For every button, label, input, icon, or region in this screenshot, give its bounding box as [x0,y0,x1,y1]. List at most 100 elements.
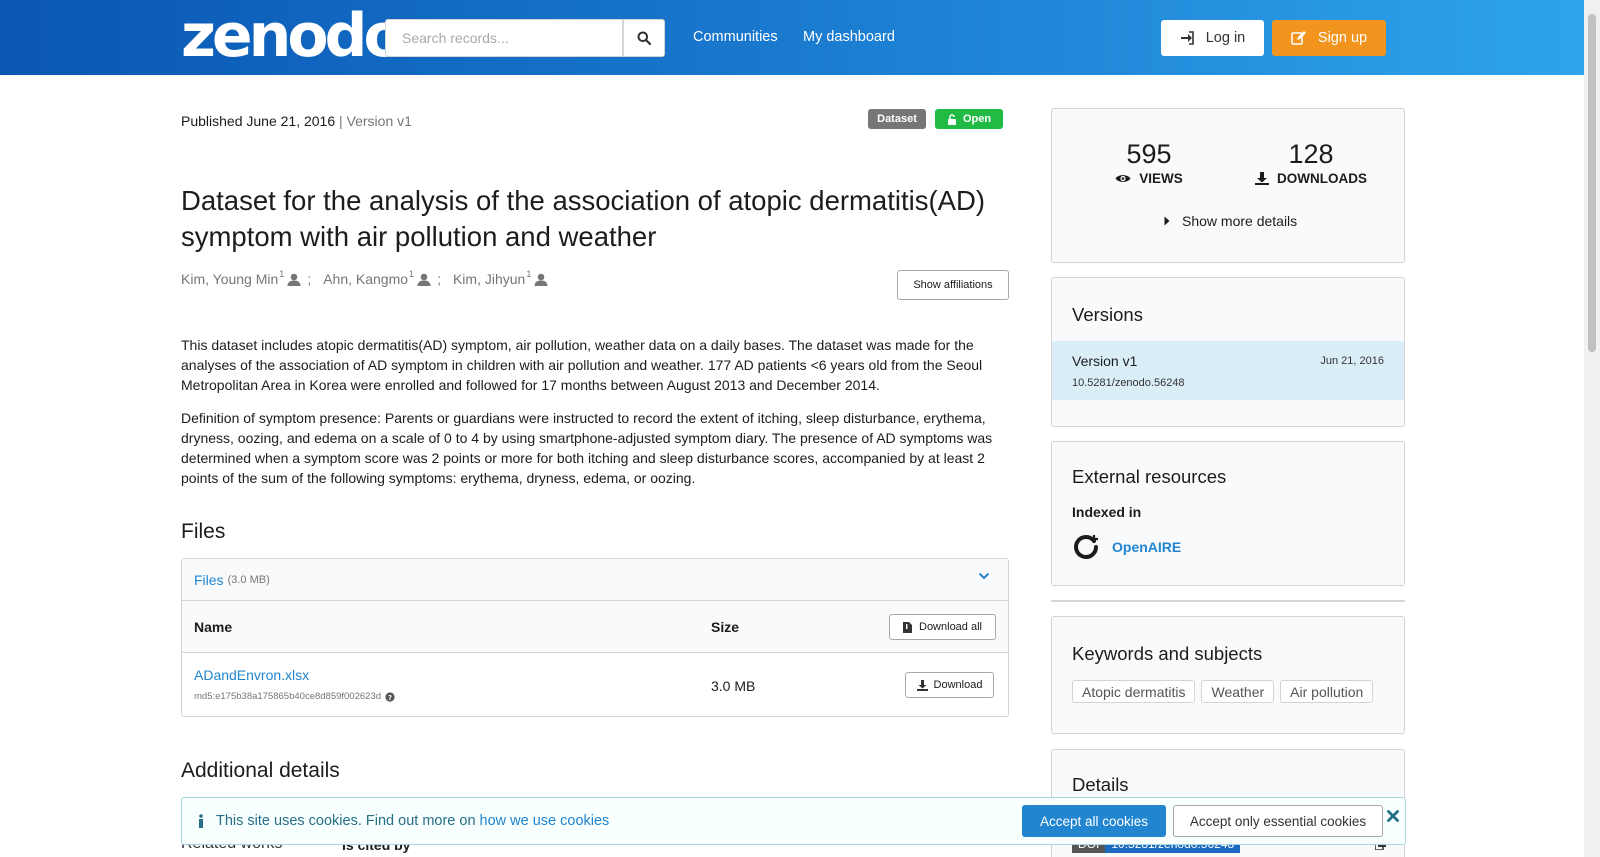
creator[interactable]: Ahn, Kangmo 1 [323,269,431,287]
column-name: Name [194,619,233,635]
login-label: Log in [1205,30,1246,46]
affiliation-number: 1 [526,269,532,279]
accept-all-cookies-button[interactable]: Accept all cookies [1022,805,1166,837]
external-resources-card: External resources Indexed in OpenAIRE [1051,441,1405,586]
svg-text:?: ? [388,693,392,701]
version-doi: 10.5281/zenodo.56248 [1072,377,1185,389]
published-label: Published June 21, 2016 [181,113,336,129]
keyword-tag[interactable]: Weather [1201,680,1275,703]
sidebar-divider [1051,600,1405,602]
creator-separator: ; [437,271,441,287]
additional-details-heading: Additional details [181,759,340,782]
external-resources-title: External resources [1072,466,1227,487]
search-icon [637,31,651,45]
search-bar [385,19,665,57]
signup-button[interactable]: Sign up [1272,20,1386,56]
files-heading: Files [181,520,226,543]
version-date: Jun 21, 2016 [1320,355,1384,367]
archive-icon [903,621,912,633]
files-accordion-header[interactable]: Files (3.0 MB) [182,559,1008,601]
versions-card: Versions Version v1 Jun 21, 2016 10.5281… [1051,277,1405,427]
access-badge: Open [935,109,1003,129]
downloads-count: 128 [1288,139,1334,169]
file-checksum: md5:e175b38a175865b40ce8d859f002623d ? [194,691,395,702]
details-title: Details [1072,774,1129,795]
creators-list: Kim, Young Min 1 ; Ahn, Kangmo 1 ; Kim, Ji… [181,269,548,287]
openaire-label: OpenAIRE [1112,539,1182,555]
chevron-down-icon[interactable] [978,571,990,581]
md5-value: md5:e175b38a175865b40ce8d859f002623d [194,691,382,702]
files-table-header: Name Size Download all [182,601,1008,653]
nav-communities[interactable]: Communities [693,29,778,45]
indexed-in-label: Indexed in [1072,504,1142,520]
publication-date: Published June 21, 2016 | Version v1 [181,113,412,129]
affiliation-number: 1 [409,269,415,279]
creator-name: Ahn, Kangmo [323,271,409,287]
download-button[interactable]: Download [905,672,994,698]
creator-name: Kim, Young Min [181,271,279,287]
search-input[interactable] [385,19,623,57]
download-all-label: Download all [919,621,982,633]
person-icon [417,273,431,286]
login-button[interactable]: Log in [1161,20,1264,56]
nav-my-dashboard[interactable]: My dashboard [803,29,895,45]
page-scrollbar[interactable] [1584,0,1600,857]
sign-in-icon [1180,31,1194,45]
scrollbar-thumb[interactable] [1588,14,1596,352]
openaire-logo-icon [1074,535,1098,559]
resource-type-badge: Dataset [868,109,926,129]
keyword-tag[interactable]: Atopic dermatitis [1072,680,1196,703]
accept-essential-cookies-button[interactable]: Accept only essential cookies [1173,805,1383,837]
top-header: zenodo Communities My dashboard Log in S… [0,0,1584,75]
person-icon [287,273,301,286]
table-row: ADandEnvron.xlsx md5:e175b38a175865b40ce… [182,653,1008,716]
version-item[interactable]: Version v1 Jun 21, 2016 10.5281/zenodo.5… [1052,341,1404,400]
cookie-text: This site uses cookies. Find out more on [216,813,476,829]
column-size: Size [711,619,740,635]
show-more-details-toggle[interactable]: Show more details [1164,213,1297,229]
versions-title: Versions [1072,304,1143,325]
close-icon[interactable] [1387,810,1399,822]
person-icon [534,273,548,286]
files-panel: Files (3.0 MB) Name Size Download all AD… [181,558,1009,717]
unlock-icon [947,113,956,125]
access-label: Open [962,113,992,125]
keyword-tag[interactable]: Air pollution [1280,680,1374,703]
question-circle-icon[interactable]: ? [385,691,395,702]
file-name-link[interactable]: ADandEnvron.xlsx [194,667,309,683]
eye-icon [1115,175,1131,182]
cookie-policy-link[interactable]: how we use cookies [480,813,610,829]
stats-card: 595 VIEWS 128 DOWNLOADS Show more detail… [1051,108,1405,263]
description-paragraph: Definition of symptom presence: Parents … [181,410,993,486]
openaire-link[interactable]: OpenAIRE [1072,533,1181,561]
version-name: Version v1 [1072,353,1138,369]
views-count: 595 [1126,139,1172,169]
keywords-title: Keywords and subjects [1072,643,1263,664]
keyword-list: Atopic dermatitis Weather Air pollution [1072,680,1374,703]
download-icon [916,679,928,691]
cookie-message: This site uses cookies. Find out more on… [198,813,609,829]
record-description: This dataset includes atopic dermatitis(… [181,335,1006,501]
creator[interactable]: Kim, Young Min 1 [181,269,301,287]
creator-name: Kim, Jihyun [452,271,526,287]
keywords-card: Keywords and subjects Atopic dermatitis … [1051,616,1405,734]
creator-separator: ; [307,271,312,287]
affiliation-number: 1 [279,269,285,279]
views-stat: 595 VIEWS [1074,139,1224,186]
version-label: | Version v1 [339,113,412,129]
search-button[interactable] [623,19,665,57]
download-label: Download [933,679,983,691]
record-title: Dataset for the analysis of the associat… [181,185,985,252]
files-panel-label: Files [194,571,224,588]
download-icon [1255,172,1269,185]
edit-icon [1291,31,1306,45]
show-affiliations-button[interactable]: Show affiliations [897,270,1009,300]
download-all-button[interactable]: Download all [889,614,996,640]
file-size: 3.0 MB [711,678,756,694]
zenodo-logo[interactable]: zenodo [181,6,405,66]
views-label: VIEWS [1139,171,1183,186]
downloads-stat: 128 DOWNLOADS [1230,139,1392,186]
views-label-row: VIEWS [1074,171,1224,186]
signup-label: Sign up [1317,30,1368,46]
creator[interactable]: Kim, Jihyun 1 [452,269,548,287]
